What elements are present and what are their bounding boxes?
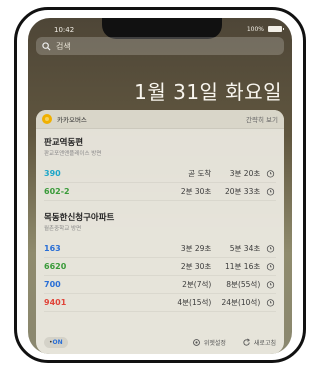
- alarm-clock-icon[interactable]: [264, 169, 276, 178]
- widget-app-name: 카카오버스: [57, 116, 87, 124]
- refresh-button[interactable]: 새로고침: [242, 338, 276, 347]
- lock-screen: 10:42 100% 검색 1월 31일 화요일 카카오버스 간략히 보기 판교…: [28, 18, 292, 354]
- battery-percent: 100%: [246, 26, 264, 33]
- route-row[interactable]: 163 3분 29초 5분 34초: [44, 240, 276, 258]
- gear-icon: [192, 338, 200, 346]
- first-arrival: 2분 30초: [180, 187, 212, 196]
- lock-screen-date: 1월 31일 화요일: [134, 80, 282, 104]
- refresh-label: 새로고침: [253, 339, 276, 347]
- kakaobus-app-icon: [42, 114, 52, 124]
- second-arrival: 11분 16초: [224, 262, 261, 271]
- settings-label: 위젯설정: [203, 339, 226, 347]
- stop-name: 판교역동편: [44, 138, 84, 148]
- first-arrival: 3분 29초: [180, 244, 212, 253]
- alarm-clock-icon[interactable]: [264, 244, 276, 253]
- route-row[interactable]: 390 곧 도착 3분 20초: [44, 165, 276, 183]
- search-placeholder: 검색: [56, 41, 71, 51]
- route-number: 9401: [44, 298, 67, 307]
- on-toggle[interactable]: •ON: [44, 336, 68, 348]
- refresh-icon: [243, 338, 250, 346]
- second-arrival: 8분(55석): [226, 280, 261, 289]
- bus-stop[interactable]: 판교역동편 판교포앤앤플레이스 방면 390 곧 도착 3분 20초 602-2…: [36, 129, 284, 201]
- battery-icon: [268, 26, 284, 32]
- second-arrival: 24분(10석): [221, 298, 261, 307]
- search-icon: [42, 41, 51, 51]
- route-row[interactable]: 6620 2분 30초 11분 16초: [44, 258, 276, 276]
- search-bar[interactable]: 검색: [36, 37, 284, 55]
- first-arrival: 2분(7석): [182, 280, 212, 289]
- stop-name: 목동한신청구아파트: [44, 213, 115, 223]
- widget-header: 카카오버스 간략히 보기: [36, 110, 284, 129]
- widget-footer: •ON 위젯설정 새로고침: [36, 330, 284, 354]
- alarm-clock-icon[interactable]: [264, 187, 276, 196]
- route-number: 602-2: [44, 187, 70, 196]
- route-row[interactable]: 9401 4분(15석) 24분(10석): [44, 294, 276, 312]
- widget-settings-button[interactable]: 위젯설정: [192, 338, 226, 347]
- second-arrival: 3분 20초: [229, 169, 261, 178]
- first-arrival: 4분(15석): [177, 298, 212, 307]
- alarm-clock-icon[interactable]: [264, 280, 276, 289]
- collapse-button[interactable]: 간략히 보기: [246, 114, 278, 124]
- route-number: 6620: [44, 262, 67, 271]
- route-number: 163: [44, 244, 61, 253]
- toggle-label: ON: [52, 338, 63, 346]
- bus-stop[interactable]: 목동한신청구아파트 월촌중학교 방면 163 3분 29초 5분 34초 662…: [36, 201, 284, 312]
- route-row[interactable]: 602-2 2분 30초 20분 33초: [44, 183, 276, 201]
- route-row[interactable]: 700 2분(7석) 8분(55석): [44, 276, 276, 294]
- route-number: 700: [44, 280, 61, 289]
- second-arrival: 5분 34초: [229, 244, 261, 253]
- second-arrival: 20분 33초: [224, 187, 261, 196]
- status-time: 10:42: [54, 26, 75, 34]
- phone-frame: 10:42 100% 검색 1월 31일 화요일 카카오버스 간략히 보기 판교…: [14, 7, 306, 363]
- stop-direction: 판교포앤앤플레이스 방면: [44, 151, 102, 157]
- stop-direction: 월촌중학교 방면: [44, 226, 82, 232]
- notch: [102, 18, 222, 39]
- alarm-clock-icon[interactable]: [264, 262, 276, 271]
- first-arrival: 2분 30초: [180, 262, 212, 271]
- route-number: 390: [44, 169, 61, 178]
- kakaobus-widget[interactable]: 카카오버스 간략히 보기 판교역동편 판교포앤앤플레이스 방면 390 곧 도착…: [36, 110, 284, 354]
- alarm-clock-icon[interactable]: [264, 298, 276, 307]
- first-arrival: 곧 도착: [188, 169, 212, 178]
